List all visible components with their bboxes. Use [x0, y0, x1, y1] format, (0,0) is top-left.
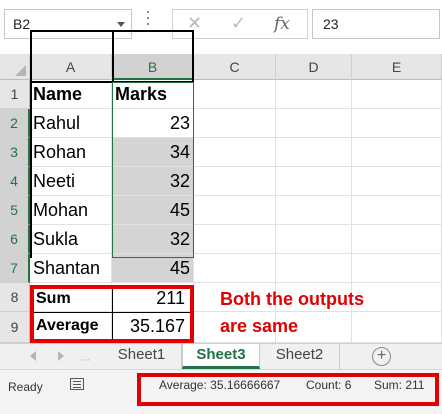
cell-a7[interactable]: Shantan — [30, 254, 112, 283]
formula-bar: B2 ✕ ✓ fx 23 — [0, 0, 442, 50]
row-header-8[interactable]: 8 — [0, 283, 30, 312]
formula-input[interactable]: 23 — [312, 9, 440, 39]
tab-sheet1[interactable]: Sheet1 — [102, 344, 182, 369]
row-header-1[interactable]: 1 — [0, 80, 30, 109]
cell-a2[interactable]: Rahul — [30, 109, 112, 138]
scroll-tabs-right-icon[interactable] — [58, 351, 64, 361]
cell-d5[interactable] — [276, 196, 352, 225]
status-ready: Ready — [8, 380, 43, 394]
cell-e8[interactable] — [352, 283, 442, 312]
results-column-divider — [112, 289, 113, 339]
cell-b1[interactable]: Marks — [112, 80, 194, 109]
formula-bar-actions: ✕ ✓ fx — [172, 9, 308, 39]
cell-b2[interactable]: 23 — [112, 109, 194, 138]
cell-b5[interactable]: 45 — [112, 196, 194, 225]
row-header-3[interactable]: 3 — [0, 138, 30, 167]
chevron-down-icon[interactable] — [117, 22, 125, 27]
cell-e4[interactable] — [352, 167, 442, 196]
name-box[interactable]: B2 — [4, 9, 132, 39]
cell-b6[interactable]: 32 — [112, 225, 194, 254]
accessibility-icon[interactable] — [70, 378, 84, 390]
column-header-e[interactable]: E — [352, 54, 442, 80]
annotation-line-2: are same — [220, 316, 299, 336]
cell-a3[interactable]: Rohan — [30, 138, 112, 167]
cell-e1[interactable] — [352, 80, 442, 109]
cell-c6[interactable] — [194, 225, 276, 254]
cell-a9[interactable]: Average — [30, 312, 112, 343]
tab-sheet2[interactable]: Sheet2 — [260, 344, 340, 369]
cell-e5[interactable] — [352, 196, 442, 225]
cancel-icon[interactable]: ✕ — [187, 13, 202, 34]
row-header-4[interactable]: 4 — [0, 167, 30, 196]
cell-e2[interactable] — [352, 109, 442, 138]
status-average[interactable]: Average: 35.16666667 — [159, 378, 280, 392]
cell-d4[interactable] — [276, 167, 352, 196]
cell-e7[interactable] — [352, 254, 442, 283]
status-bar: Ready Average: 35.16666667 Count: 6 Sum:… — [0, 369, 442, 414]
cell-d1[interactable] — [276, 80, 352, 109]
name-box-value: B2 — [13, 16, 31, 32]
more-tabs-icon[interactable]: ⋯ — [80, 355, 91, 366]
cell-d6[interactable] — [276, 225, 352, 254]
status-sum[interactable]: Sum: 211 — [374, 378, 424, 392]
row-header-7[interactable]: 7 — [0, 254, 30, 283]
sheet-tabs: ⋯ Sheet1 Sheet3 Sheet2 + — [0, 343, 442, 369]
cell-e9[interactable] — [352, 312, 442, 343]
formula-value: 23 — [323, 16, 339, 32]
row-header-5[interactable]: 5 — [0, 196, 30, 225]
cell-c5[interactable] — [194, 196, 276, 225]
cell-c4[interactable] — [194, 167, 276, 196]
formula-bar-grip[interactable] — [147, 11, 149, 37]
row-header-2[interactable]: 2 — [0, 109, 30, 138]
tab-sheet3[interactable]: Sheet3 — [182, 344, 260, 369]
cell-a6[interactable]: Sukla — [30, 225, 112, 254]
cell-d7[interactable] — [276, 254, 352, 283]
column-header-c[interactable]: C — [194, 54, 276, 80]
cell-c7[interactable] — [194, 254, 276, 283]
row-header-9[interactable]: 9 — [0, 312, 30, 343]
cell-e6[interactable] — [352, 225, 442, 254]
cell-b7[interactable]: 45 — [112, 254, 194, 283]
enter-icon[interactable]: ✓ — [231, 13, 246, 34]
cell-c2[interactable] — [194, 109, 276, 138]
status-count[interactable]: Count: 6 — [306, 378, 351, 392]
cell-c1[interactable] — [194, 80, 276, 109]
insert-function-icon[interactable]: fx — [274, 14, 290, 34]
cell-a8[interactable]: Sum — [30, 283, 112, 312]
column-header-b[interactable]: B — [112, 54, 194, 80]
select-all-button[interactable] — [0, 54, 30, 80]
row-header-6[interactable]: 6 — [0, 225, 30, 254]
cell-b9[interactable]: 35.167 — [112, 312, 194, 343]
annotation-line-1: Both the outputs — [220, 289, 364, 309]
cell-b8[interactable]: 211 — [112, 283, 194, 312]
scroll-tabs-left-icon[interactable] — [30, 351, 36, 361]
column-header-a[interactable]: A — [30, 54, 112, 80]
cell-d3[interactable] — [276, 138, 352, 167]
cell-b3[interactable]: 34 — [112, 138, 194, 167]
cell-e3[interactable] — [352, 138, 442, 167]
add-sheet-icon[interactable]: + — [372, 347, 391, 366]
cell-a1[interactable]: Name — [30, 80, 112, 109]
cell-d2[interactable] — [276, 109, 352, 138]
cell-b4[interactable]: 32 — [112, 167, 194, 196]
column-header-d[interactable]: D — [276, 54, 352, 80]
cell-c3[interactable] — [194, 138, 276, 167]
cell-a4[interactable]: Neeti — [30, 167, 112, 196]
cell-a5[interactable]: Mohan — [30, 196, 112, 225]
